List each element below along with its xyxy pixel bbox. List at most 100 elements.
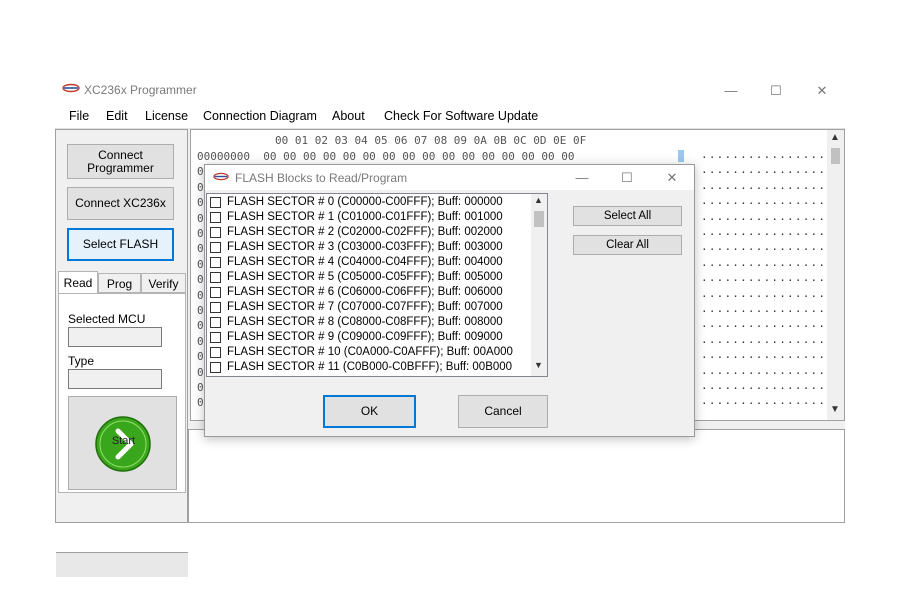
hex-row-address: 0 (197, 165, 204, 179)
status-strip (56, 552, 188, 577)
hex-scrollbar[interactable]: ▲ ▼ (827, 130, 844, 420)
sector-checklist[interactable]: FLASH SECTOR # 0 (C00000-C00FFF); Buff: … (206, 193, 548, 377)
menu-about[interactable]: About (332, 109, 365, 123)
hex-column-header: 00 01 02 03 04 05 06 07 08 09 0A 0B 0C 0… (275, 134, 587, 147)
hex-row-ascii: ................ (701, 178, 827, 192)
dialog-title: FLASH Blocks to Read/Program (235, 171, 408, 185)
hex-row-ascii: ................ (701, 163, 827, 177)
hex-row-ascii: ................ (701, 317, 827, 331)
sector-checkbox[interactable] (210, 302, 221, 313)
connect-xc236x-button[interactable]: Connect XC236x (67, 187, 174, 220)
list-scrollbar[interactable]: ▲ ▼ (531, 194, 547, 376)
selected-mcu-field[interactable] (68, 327, 162, 347)
sector-checkbox[interactable] (210, 257, 221, 268)
tab-strip: Read Prog Verify (58, 271, 186, 293)
tab-prog[interactable]: Prog (98, 273, 141, 293)
hex-row-ascii: ................ (701, 379, 827, 392)
scroll-thumb[interactable] (831, 148, 840, 164)
sector-row[interactable]: FLASH SECTOR # 8 (C08000-C08FFF); Buff: … (207, 316, 531, 331)
sector-checkbox[interactable] (210, 227, 221, 238)
hex-row-ascii: ................ (701, 286, 827, 300)
sector-row[interactable]: FLASH SECTOR # 6 (C06000-C06FFF); Buff: … (207, 286, 531, 301)
hex-row-address: 0 (197, 273, 204, 287)
hex-row-ascii: ................ (701, 302, 827, 315)
sector-label: FLASH SECTOR # 10 (C0A000-C0AFFF); Buff:… (227, 346, 513, 358)
clear-all-button[interactable]: Clear All (573, 235, 682, 255)
sector-row[interactable]: FLASH SECTOR # 5 (C05000-C05FFF); Buff: … (207, 271, 531, 286)
sector-label: FLASH SECTOR # 7 (C07000-C07FFF); Buff: … (227, 301, 503, 313)
sector-checkbox[interactable] (210, 197, 221, 208)
sector-checkbox[interactable] (210, 212, 221, 223)
dialog-maximize-button[interactable]: ☐ (605, 165, 649, 190)
hex-row-ascii: ................ (701, 209, 827, 223)
sector-checkbox[interactable] (210, 317, 221, 328)
sector-row[interactable]: FLASH SECTOR # 0 (C00000-C00FFF); Buff: … (207, 196, 531, 211)
select-all-button[interactable]: Select All (573, 206, 682, 226)
hex-row-ascii: ................ (701, 255, 827, 269)
hex-row-address: 0 (197, 396, 204, 410)
read-tab-panel: Selected MCU Type Start (58, 293, 186, 493)
hex-row-address: 0 (197, 365, 204, 379)
hex-row-address: 0 (197, 304, 204, 317)
hex-row-ascii: ................ (701, 348, 827, 362)
menu-license[interactable]: License (145, 109, 188, 123)
hex-row-ascii: ................ (701, 332, 827, 346)
flash-blocks-dialog: FLASH Blocks to Read/Program — ☐ ✕ FLASH… (204, 164, 695, 437)
title-bar: XC236x Programmer — ☐ ✕ (55, 77, 845, 104)
menu-edit[interactable]: Edit (106, 109, 128, 123)
dialog-close-button[interactable]: ✕ (650, 165, 694, 190)
scroll-up-icon[interactable]: ▲ (534, 195, 543, 205)
maximize-button[interactable]: ☐ (753, 77, 799, 104)
log-panel (188, 429, 845, 523)
app-logo-icon (213, 172, 229, 181)
start-panel: Start (68, 396, 177, 490)
hex-row-address: 0 (197, 381, 204, 394)
sector-row[interactable]: FLASH SECTOR # 4 (C04000-C04FFF); Buff: … (207, 256, 531, 271)
hex-row-ascii: ................ (701, 240, 827, 254)
window-title: XC236x Programmer (84, 83, 197, 97)
sector-checkbox[interactable] (210, 287, 221, 298)
menu-check-for-update[interactable]: Check For Software Update (384, 109, 538, 123)
left-panel: Connect Programmer Connect XC236x Select… (55, 129, 188, 577)
menu-file[interactable]: File (69, 109, 89, 123)
dialog-minimize-button[interactable]: — (560, 165, 604, 190)
sector-label: FLASH SECTOR # 2 (C02000-C02FFF); Buff: … (227, 226, 503, 238)
cancel-button[interactable]: Cancel (458, 395, 548, 428)
sector-row[interactable]: FLASH SECTOR # 1 (C01000-C01FFF); Buff: … (207, 211, 531, 226)
scroll-up-icon[interactable]: ▲ (830, 132, 840, 143)
hex-row-address: 0 (197, 211, 204, 225)
hex-row-ascii: ................ (701, 225, 827, 238)
hex-row-ascii: ................ (701, 194, 827, 208)
select-flash-button[interactable]: Select FLASH (67, 228, 174, 261)
hex-row-address: 0 (197, 350, 204, 364)
app-logo-icon (62, 83, 80, 93)
sector-row[interactable]: FLASH SECTOR # 11 (C0B000-C0BFFF); Buff:… (207, 361, 531, 376)
sector-row[interactable]: FLASH SECTOR # 7 (C07000-C07FFF); Buff: … (207, 301, 531, 316)
sector-label: FLASH SECTOR # 6 (C06000-C06FFF); Buff: … (227, 286, 503, 298)
scroll-thumb[interactable] (534, 211, 544, 227)
sector-checkbox[interactable] (210, 272, 221, 283)
minimize-button[interactable]: — (708, 77, 754, 104)
sector-row[interactable]: FLASH SECTOR # 2 (C02000-C02FFF); Buff: … (207, 226, 531, 241)
sector-label: FLASH SECTOR # 3 (C03000-C03FFF); Buff: … (227, 241, 503, 253)
sector-checkbox[interactable] (210, 242, 221, 253)
scroll-down-icon[interactable]: ▼ (830, 404, 840, 415)
sector-row[interactable]: FLASH SECTOR # 3 (C03000-C03FFF); Buff: … (207, 241, 531, 256)
type-label: Type (68, 354, 95, 368)
tab-verify[interactable]: Verify (141, 273, 186, 293)
sector-checkbox[interactable] (210, 362, 221, 373)
sector-checkbox[interactable] (210, 347, 221, 358)
type-field[interactable] (68, 369, 162, 389)
sector-checkbox[interactable] (210, 332, 221, 343)
close-button[interactable]: ✕ (799, 77, 845, 104)
menu-connection-diagram[interactable]: Connection Diagram (203, 109, 317, 123)
sector-label: FLASH SECTOR # 4 (C04000-C04FFF); Buff: … (227, 256, 503, 268)
ok-button[interactable]: OK (323, 395, 416, 428)
menu-bar: File Edit License Connection Diagram Abo… (55, 104, 845, 129)
sector-row[interactable]: FLASH SECTOR # 9 (C09000-C09FFF); Buff: … (207, 331, 531, 346)
scroll-down-icon[interactable]: ▼ (534, 360, 543, 370)
sector-row[interactable]: FLASH SECTOR # 10 (C0A000-C0AFFF); Buff:… (207, 346, 531, 361)
tab-read[interactable]: Read (58, 271, 98, 293)
connect-programmer-button[interactable]: Connect Programmer (67, 144, 174, 179)
sector-label: FLASH SECTOR # 8 (C08000-C08FFF); Buff: … (227, 316, 503, 328)
